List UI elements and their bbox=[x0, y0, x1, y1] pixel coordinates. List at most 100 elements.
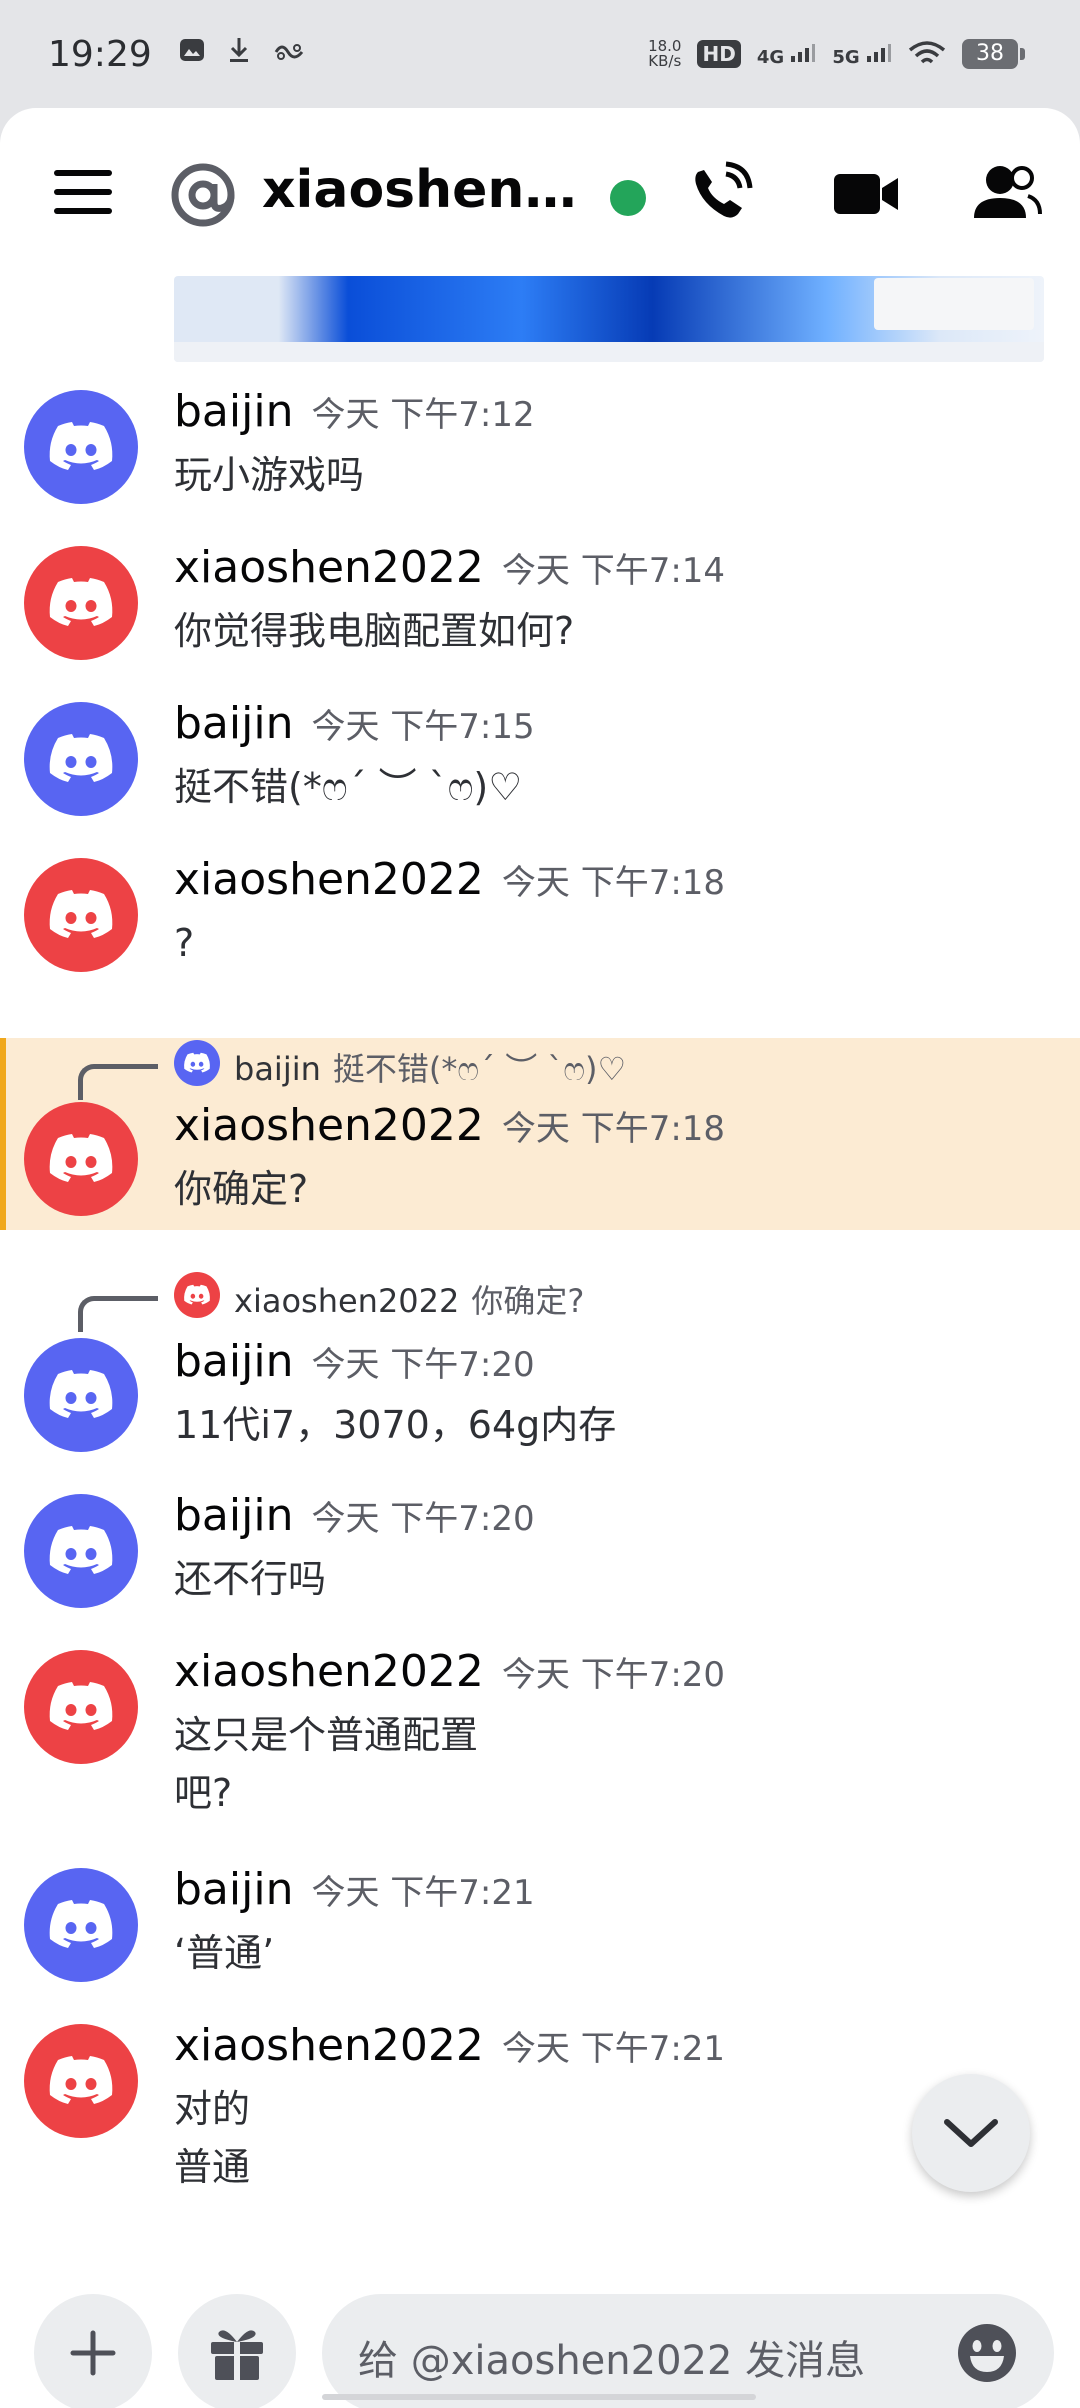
message-line: 挺不错(*ෆ´ ︶ `ෆ)♡ bbox=[174, 765, 523, 809]
author-name[interactable]: baijin bbox=[174, 1336, 293, 1387]
reply-reference[interactable]: baijin 挺不错(*ෆ´ ︶ `ෆ)♡ bbox=[6, 1040, 1080, 1100]
message-line: 玩小游戏吗 bbox=[174, 453, 365, 497]
message-line: 吧? bbox=[174, 1771, 233, 1815]
discord-logo-icon bbox=[49, 422, 113, 470]
gift-button[interactable] bbox=[178, 2294, 296, 2408]
message-item[interactable]: baijin 今天 下午7:12 玩小游戏吗 bbox=[0, 386, 1080, 540]
message-item[interactable]: baijin 今天 下午7:21 ‘普通’ bbox=[0, 1864, 1080, 2018]
discord-logo-icon bbox=[49, 2056, 113, 2104]
message-item-mention-highlight[interactable]: baijin 挺不错(*ෆ´ ︶ `ෆ)♡ xiaoshen2022 今天 下午7:… bbox=[0, 1038, 1080, 1230]
discord-logo-icon bbox=[49, 1682, 113, 1730]
user-avatar[interactable] bbox=[24, 1868, 138, 1982]
message-content: 还不行吗 bbox=[174, 1550, 326, 1608]
message-item[interactable]: xiaoshen2022 今天 下午7:20 这只是个普通配置 吧? bbox=[0, 1646, 1080, 1840]
author-name[interactable]: baijin bbox=[174, 1490, 293, 1541]
user-avatar[interactable] bbox=[24, 858, 138, 972]
reply-avatar bbox=[174, 1040, 220, 1086]
user-avatar[interactable] bbox=[24, 1102, 138, 1216]
menu-button[interactable] bbox=[54, 170, 112, 214]
users-icon bbox=[974, 166, 1042, 218]
discord-logo-icon bbox=[49, 890, 113, 938]
reply-author: xiaoshen2022 你确定? bbox=[234, 1276, 584, 1322]
user-avatar[interactable] bbox=[24, 1494, 138, 1608]
member-list-button[interactable] bbox=[966, 154, 1046, 234]
download-icon bbox=[228, 36, 250, 72]
attach-button[interactable] bbox=[34, 2294, 152, 2408]
timestamp: 今天 下午7:15 bbox=[311, 707, 535, 747]
author-name[interactable]: xiaoshen2022 bbox=[174, 1646, 484, 1697]
author-name[interactable]: xiaoshen2022 bbox=[174, 854, 484, 905]
battery-icon: 38 bbox=[962, 39, 1025, 69]
message-line: 11代i7，3070，64g内存 bbox=[174, 1403, 617, 1447]
notification-popup-thumbnail bbox=[874, 278, 1034, 330]
message-item[interactable]: baijin 今天 下午7:20 还不行吗 bbox=[0, 1490, 1080, 1644]
message-header: xiaoshen2022 今天 下午7:18 bbox=[174, 854, 725, 905]
author-name[interactable]: xiaoshen2022 bbox=[174, 1100, 484, 1151]
voice-call-button[interactable] bbox=[680, 154, 760, 234]
sim1-text: 4G bbox=[756, 46, 785, 68]
chevron-down-icon bbox=[944, 2119, 998, 2147]
message-header: baijin 今天 下午7:12 bbox=[174, 386, 535, 437]
status-bar: 19:29 18.0 KB/s HD 4G 5G 38 bbox=[0, 0, 1080, 108]
user-avatar[interactable] bbox=[24, 390, 138, 504]
message-header: baijin 今天 下午7:21 bbox=[174, 1864, 535, 1915]
reply-connector bbox=[78, 1064, 158, 1100]
author-name[interactable]: xiaoshen2022 bbox=[174, 542, 484, 593]
timestamp: 今天 下午7:21 bbox=[501, 2029, 726, 2069]
wifi-icon bbox=[908, 41, 946, 64]
timestamp: 今天 下午7:18 bbox=[501, 863, 726, 903]
message-header: xiaoshen2022 今天 下午7:18 bbox=[174, 1100, 725, 1151]
video-camera-icon bbox=[834, 174, 898, 214]
message-line: ‘普通’ bbox=[174, 1931, 275, 1975]
message-content: 你确定? bbox=[174, 1160, 308, 1218]
discord-logo-icon bbox=[184, 1052, 210, 1073]
sim2-label: 5G bbox=[832, 41, 892, 68]
message-input[interactable]: 给 @xiaoshen2022 发消息 bbox=[322, 2294, 1054, 2408]
user-avatar[interactable] bbox=[24, 1650, 138, 1764]
reply-author-name: xiaoshen2022 bbox=[234, 1282, 460, 1320]
reply-preview-text: 你确定? bbox=[471, 1282, 585, 1320]
reply-author-name: baijin bbox=[234, 1050, 321, 1088]
message-item[interactable]: baijin 今天 下午7:15 挺不错(*ෆ´ ︶ `ෆ)♡ bbox=[0, 698, 1080, 852]
home-indicator bbox=[322, 2394, 756, 2400]
reply-preview-text: 挺不错(*ෆ´ ︶ `ෆ)♡ bbox=[332, 1050, 627, 1088]
reply-reference[interactable]: xiaoshen2022 你确定? bbox=[0, 1272, 1080, 1332]
discord-logo-icon bbox=[49, 578, 113, 626]
message-line: 这只是个普通配置 bbox=[174, 1713, 479, 1757]
author-name[interactable]: baijin bbox=[174, 698, 293, 749]
message-content: 11代i7，3070，64g内存 bbox=[174, 1396, 616, 1454]
user-avatar[interactable] bbox=[24, 702, 138, 816]
jump-to-bottom-button[interactable] bbox=[912, 2074, 1030, 2192]
author-name[interactable]: baijin bbox=[174, 1864, 293, 1915]
discord-logo-icon bbox=[184, 1284, 210, 1305]
message-content: 这只是个普通配置 吧? bbox=[174, 1706, 478, 1822]
message-composer: 给 @xiaoshen2022 发消息 bbox=[0, 2256, 1080, 2408]
hd-badge: HD bbox=[697, 40, 741, 68]
message-item[interactable]: xiaoshen2022 今天 下午7:18 ? bbox=[0, 854, 1080, 1008]
image-attachment[interactable] bbox=[174, 276, 1044, 362]
link-icon bbox=[272, 37, 306, 72]
discord-logo-icon bbox=[49, 1900, 113, 1948]
user-avatar[interactable] bbox=[24, 1338, 138, 1452]
timestamp: 今天 下午7:20 bbox=[501, 1655, 726, 1695]
emoji-icon[interactable] bbox=[956, 2322, 1018, 2384]
reply-avatar bbox=[174, 1272, 220, 1318]
message-content: ‘普通’ bbox=[174, 1924, 274, 1982]
menu-bar bbox=[54, 170, 112, 176]
channel-title[interactable]: xiaoshen2022 bbox=[262, 160, 582, 220]
video-call-button[interactable] bbox=[826, 154, 906, 234]
message-content: 挺不错(*ෆ´ ︶ `ෆ)♡ bbox=[174, 758, 522, 816]
author-name[interactable]: baijin bbox=[174, 386, 293, 437]
message-content: 玩小游戏吗 bbox=[174, 446, 364, 504]
user-avatar[interactable] bbox=[24, 546, 138, 660]
timestamp: 今天 下午7:20 bbox=[311, 1499, 535, 1539]
net-speed: 18.0 KB/s bbox=[648, 39, 681, 69]
user-avatar[interactable] bbox=[24, 2024, 138, 2138]
message-item[interactable]: xiaoshen2022 今天 下午7:14 你觉得我电脑配置如何? bbox=[0, 542, 1080, 696]
net-speed-unit: KB/s bbox=[648, 52, 682, 70]
timestamp: 今天 下午7:14 bbox=[501, 551, 726, 591]
message-item[interactable]: xiaoshen2022 你确定? baijin 今天 下午7:20 11代i7，3… bbox=[0, 1272, 1080, 1472]
phone-call-icon bbox=[695, 161, 753, 218]
message-line: 你确定? bbox=[174, 1167, 309, 1211]
author-name[interactable]: xiaoshen2022 bbox=[174, 2020, 484, 2071]
